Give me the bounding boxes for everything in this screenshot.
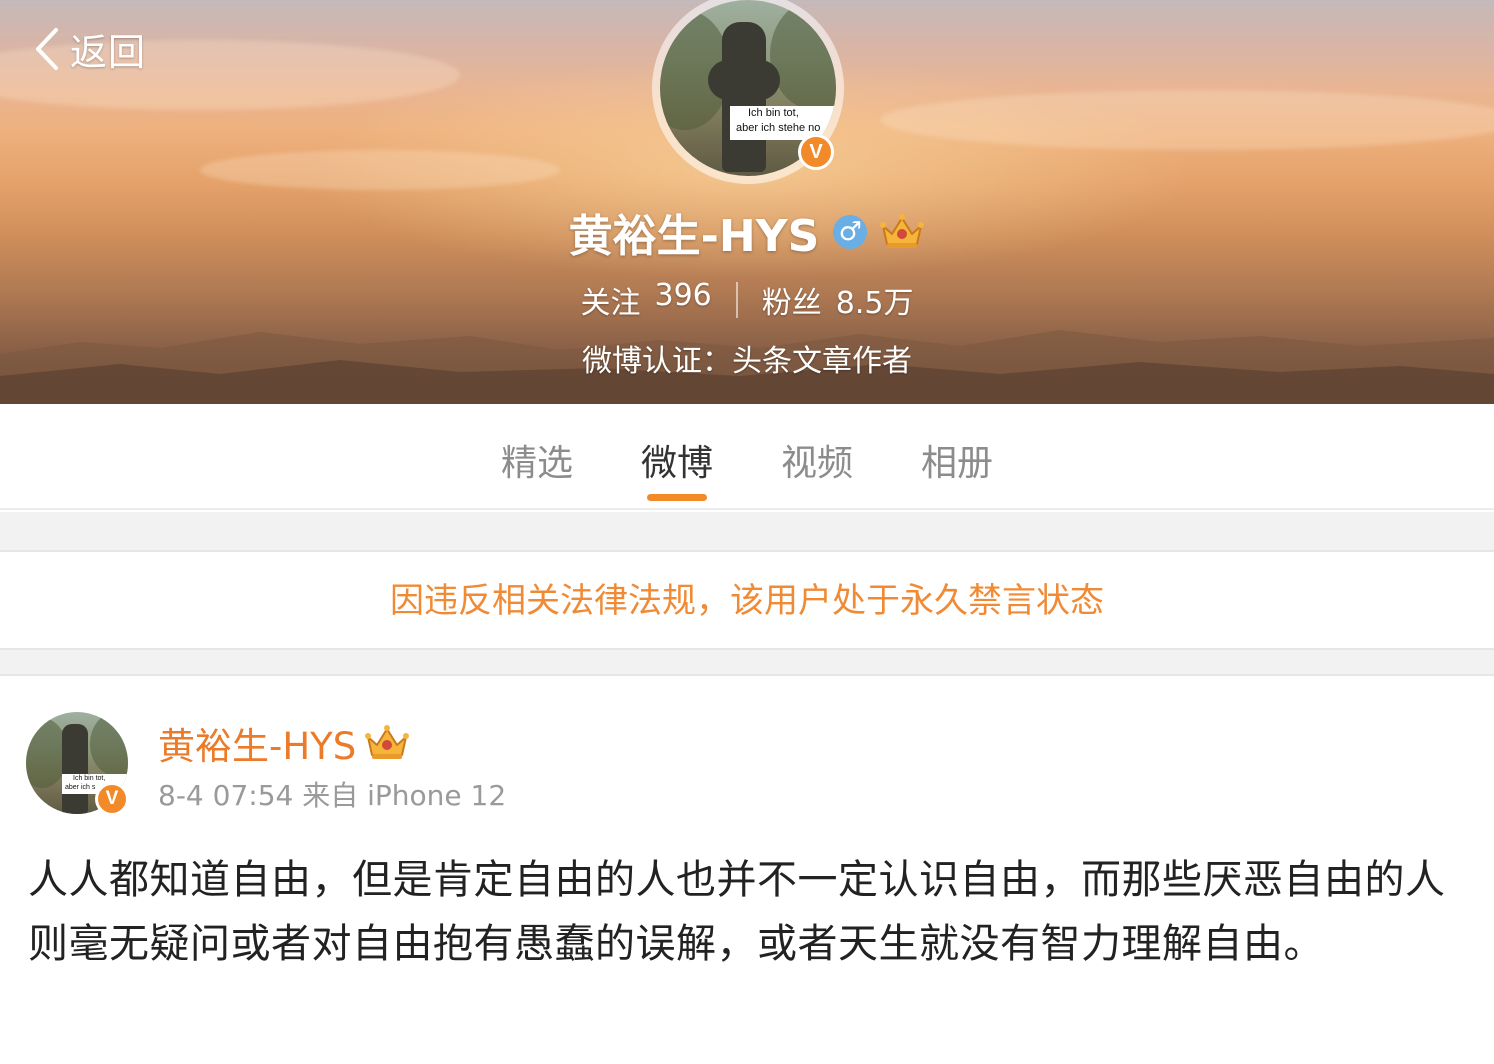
section-spacer — [0, 512, 1494, 552]
verified-badge-icon: V — [798, 134, 834, 170]
tab-label: 精选 — [500, 443, 573, 484]
profile-name-row: 黄裕生-HYS ♂ — [0, 200, 1494, 264]
back-label: 返回 — [70, 31, 146, 74]
caption-line: Ich bin tot, — [748, 107, 799, 119]
tab-video[interactable]: 视频 — [747, 404, 887, 508]
male-icon: ♂ — [833, 215, 868, 249]
profile-avatar[interactable]: Ich bin tot, aber ich stehe no V — [652, 0, 844, 184]
profile-banner: 返回 Ich bin tot, aber ich stehe no V 黄裕生-… — [0, 0, 1494, 404]
followers-stat[interactable]: 粉丝 8.5万 — [762, 278, 914, 322]
followers-count: 8.5万 — [835, 286, 914, 321]
following-label: 关注 — [580, 286, 641, 321]
post-meta: 8-4 07:54 来自 iPhone 12 — [158, 779, 507, 812]
stats-divider — [735, 282, 738, 318]
ban-notice: 因违反相关法律法规，该用户处于永久禁言状态 — [0, 554, 1494, 648]
caption-line: Ich bin tot, — [73, 775, 106, 782]
profile-tabs: 精选 微博 视频 相册 — [0, 404, 1494, 510]
verification-text: 微博认证：头条文章作者 — [582, 344, 912, 379]
cloud — [880, 90, 1494, 150]
post-text: 人人都知道自由，但是肯定自由的人也并不一定认识自由，而那些厌恶自由的人则毫无疑问… — [28, 857, 1446, 967]
followers-label: 粉丝 — [761, 286, 822, 321]
tab-label: 微博 — [640, 443, 713, 484]
tab-album[interactable]: 相册 — [887, 404, 1027, 508]
tree — [90, 712, 128, 776]
post-author-name[interactable]: 黄裕生-HYS — [158, 716, 356, 770]
verified-badge-icon: V — [95, 782, 129, 816]
tab-label: 相册 — [920, 443, 993, 484]
following-count: 396 — [654, 278, 712, 313]
section-spacer — [0, 648, 1494, 676]
crown-icon[interactable] — [879, 212, 925, 252]
following-stat[interactable]: 关注 396 — [581, 278, 712, 322]
statue — [62, 724, 88, 814]
tree — [770, 0, 836, 110]
chevron-left-icon — [36, 28, 58, 70]
active-tab-indicator — [647, 494, 707, 501]
statue — [708, 60, 780, 100]
profile-name: 黄裕生-HYS — [568, 211, 820, 262]
crown-icon[interactable] — [364, 723, 410, 763]
tab-label: 视频 — [780, 443, 853, 484]
weibo-post: Ich bin tot, aber ich s V 黄裕生-HYS 8-4 07… — [0, 678, 1494, 1064]
back-button[interactable]: 返回 — [30, 22, 146, 76]
cloud — [200, 150, 560, 190]
tab-weibo[interactable]: 微博 — [607, 404, 747, 508]
post-author-row: 黄裕生-HYS — [158, 716, 410, 770]
follow-stats: 关注 396 粉丝 8.5万 — [0, 278, 1494, 322]
tab-featured[interactable]: 精选 — [467, 404, 607, 508]
